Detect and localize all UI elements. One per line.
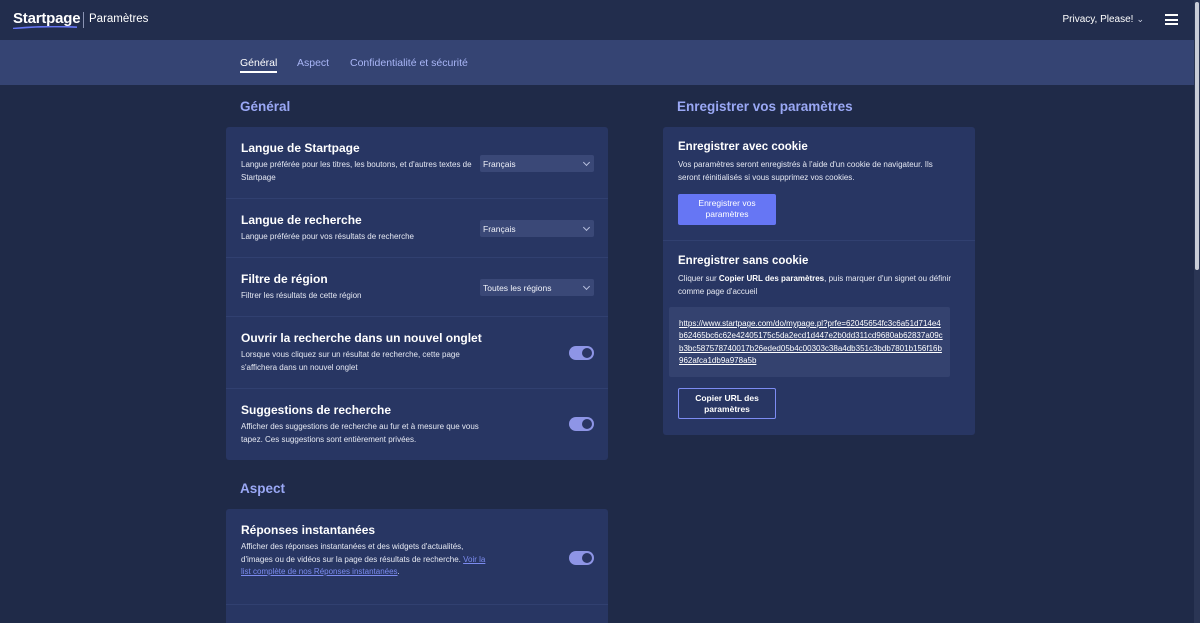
setting-row-search-suggestions: Suggestions de recherche Afficher des su…	[226, 389, 608, 460]
save-without-cookie-description: Cliquer sur Copier URL des paramètres, p…	[678, 273, 953, 298]
page-title: Paramètres	[89, 13, 149, 25]
settings-url-box: https://www.startpage.com/do/mypage.pl?p…	[669, 307, 950, 377]
setting-description: Lorsque vous cliquez sur un résultat de …	[241, 350, 460, 372]
setting-title: Suggestions de recherche	[241, 403, 392, 417]
setting-title: Réponses instantanées	[241, 523, 376, 537]
tab-general[interactable]: Général	[240, 57, 278, 73]
setting-title: Langue de Startpage	[241, 141, 360, 155]
header-divider	[83, 12, 84, 28]
settings-url-link[interactable]: https://www.startpage.com/do/mypage.pl?p…	[679, 318, 944, 368]
section-title-aspect: Aspect	[240, 481, 286, 496]
chevron-down-icon: ⌄	[1136, 14, 1144, 24]
setting-title: Filtre de région	[241, 272, 328, 286]
toggle-knob	[582, 419, 592, 429]
setting-row-region-filter: Filtre de région Filtrer les résultats d…	[226, 258, 608, 317]
setting-description: Afficher des réponses instantanées et de…	[241, 541, 486, 579]
privacy-label: Privacy, Please!	[1062, 14, 1134, 25]
setting-description: Langue préférée pour vos résultats de re…	[241, 232, 414, 241]
startpage-logo[interactable]: Startpage	[13, 10, 81, 27]
toggle-knob	[582, 348, 592, 358]
chevron-down-icon	[582, 223, 591, 232]
setting-row-search-language: Langue de recherche Langue préférée pour…	[226, 199, 608, 258]
aspect-settings-card: Réponses instantanées Afficher des répon…	[226, 509, 608, 623]
select-value: Français	[483, 224, 516, 234]
setting-title: Ouvrir la recherche dans un nouvel ongle…	[241, 331, 482, 345]
save-with-cookie-description: Vos paramètres seront enregistrés à l'ai…	[678, 160, 933, 182]
general-settings-card: Langue de Startpage Langue préférée pour…	[226, 127, 608, 460]
setting-row-next	[226, 605, 608, 623]
instant-answers-toggle[interactable]	[569, 551, 594, 565]
toggle-knob	[582, 553, 592, 563]
setting-description: Afficher des suggestions de recherche au…	[241, 422, 479, 444]
logo-swoosh-icon	[13, 26, 77, 29]
chevron-down-icon	[582, 282, 591, 291]
search-language-select[interactable]: Français	[480, 220, 594, 237]
desc-bold: Copier URL des paramètres	[718, 274, 825, 283]
region-filter-select[interactable]: Toutes les régions	[480, 279, 594, 296]
setting-row-instant-answers: Réponses instantanées Afficher des répon…	[226, 509, 608, 605]
startpage-language-select[interactable]: Français	[480, 155, 594, 172]
setting-row-new-tab: Ouvrir la recherche dans un nouvel ongle…	[226, 317, 608, 389]
select-value: Toutes les régions	[483, 283, 552, 293]
search-suggestions-toggle[interactable]	[569, 417, 594, 431]
save-settings-button[interactable]: Enregistrer vos paramètres	[678, 194, 776, 225]
save-with-cookie-title: Enregistrer avec cookie	[678, 141, 808, 153]
tab-privacy-security[interactable]: Confidentialité et sécurité	[350, 57, 468, 69]
description-period: .	[397, 567, 400, 576]
setting-title: Langue de recherche	[241, 213, 362, 227]
instant-answers-description: Afficher des réponses instantanées et de…	[241, 542, 464, 564]
top-header: Startpage Paramètres Privacy, Please! ⌄	[0, 0, 1194, 40]
setting-description: Langue préférée pour les titres, les bou…	[241, 160, 472, 182]
new-tab-toggle[interactable]	[569, 346, 594, 360]
section-title-general: Général	[240, 99, 291, 114]
save-without-cookie-block: Enregistrer sans cookie Cliquer sur Copi…	[663, 241, 975, 435]
settings-tabs: Général Aspect Confidentialité et sécuri…	[0, 40, 1194, 85]
save-with-cookie-block: Enregistrer avec cookie Vos paramètres s…	[663, 127, 975, 241]
save-without-cookie-title: Enregistrer sans cookie	[678, 255, 809, 267]
setting-row-startpage-language: Langue de Startpage Langue préférée pour…	[226, 127, 608, 199]
scrollbar-thumb[interactable]	[1195, 2, 1199, 270]
save-settings-card: Enregistrer avec cookie Vos paramètres s…	[663, 127, 975, 435]
desc-prefix: Cliquer sur	[678, 274, 719, 283]
privacy-menu[interactable]: Privacy, Please! ⌄	[1063, 14, 1145, 25]
section-title-save: Enregistrer vos paramètres	[677, 99, 853, 114]
setting-description: Filtrer les résultats de cette région	[241, 291, 362, 300]
hamburger-menu-icon[interactable]	[1165, 14, 1178, 25]
tab-aspect[interactable]: Aspect	[297, 57, 329, 69]
select-value: Français	[483, 159, 516, 169]
chevron-down-icon	[582, 158, 591, 167]
copy-settings-url-button[interactable]: Copier URL des paramètres	[678, 388, 776, 419]
